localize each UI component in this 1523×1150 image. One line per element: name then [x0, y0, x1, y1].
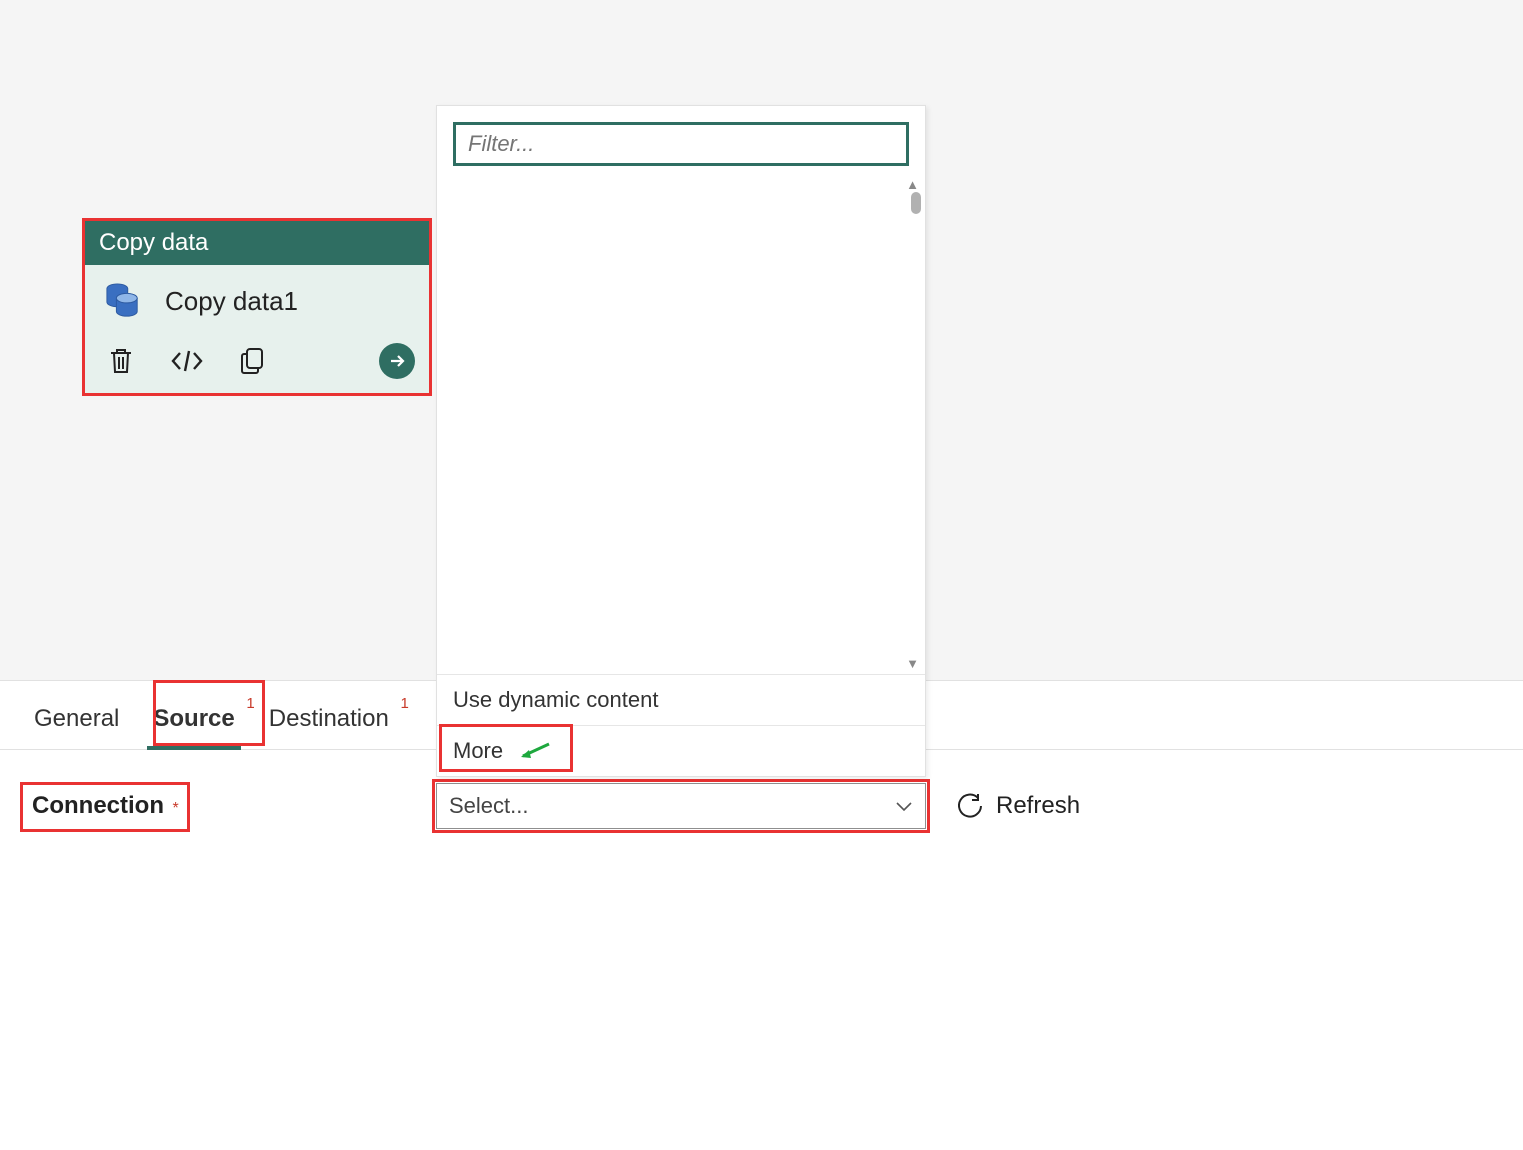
database-icon — [105, 283, 141, 319]
activity-header: Copy data — [85, 221, 429, 265]
arrow-annotation-icon — [517, 740, 551, 762]
trash-icon[interactable] — [103, 343, 139, 379]
copy-icon[interactable] — [235, 343, 271, 379]
activity-body: Copy data1 — [85, 265, 429, 337]
chevron-down-icon — [895, 800, 913, 812]
refresh-icon — [956, 792, 984, 820]
connection-select-placeholder: Select... — [449, 793, 528, 819]
more-option-label: More — [453, 738, 503, 764]
refresh-label: Refresh — [996, 792, 1080, 820]
scrollbar-thumb[interactable] — [911, 192, 921, 214]
scroll-down-arrow-icon[interactable]: ▼ — [906, 657, 919, 670]
tab-destination[interactable]: Destination 1 — [263, 689, 395, 749]
more-option[interactable]: More — [437, 725, 925, 776]
activity-toolbar — [85, 337, 429, 393]
tab-general[interactable]: General — [28, 689, 125, 749]
connection-select[interactable]: Select... — [436, 783, 926, 829]
activity-name-label: Copy data1 — [165, 286, 298, 317]
refresh-button[interactable]: Refresh — [956, 792, 1080, 820]
tab-source-badge: 1 — [246, 695, 254, 712]
connection-select-wrap: Select... — [436, 783, 926, 829]
tab-source-label: Source — [153, 705, 234, 732]
tab-source[interactable]: Source 1 — [147, 689, 240, 749]
connection-dropdown-panel: ▲ ▼ Use dynamic content More — [436, 105, 926, 777]
tab-destination-label: Destination — [269, 705, 389, 732]
filter-input[interactable] — [453, 122, 909, 166]
copy-data-activity-card[interactable]: Copy data Copy data1 — [82, 218, 432, 396]
required-asterisk: * — [172, 800, 178, 817]
connection-label-wrap: Connection * — [20, 782, 191, 830]
tab-destination-badge: 1 — [401, 695, 409, 712]
arrow-right-icon[interactable] — [379, 343, 415, 379]
connection-label: Connection — [32, 792, 164, 819]
use-dynamic-content-option[interactable]: Use dynamic content — [437, 674, 925, 725]
scroll-up-arrow-icon[interactable]: ▲ — [906, 178, 919, 191]
dropdown-list[interactable]: ▲ ▼ — [437, 174, 925, 674]
code-icon[interactable] — [169, 343, 205, 379]
